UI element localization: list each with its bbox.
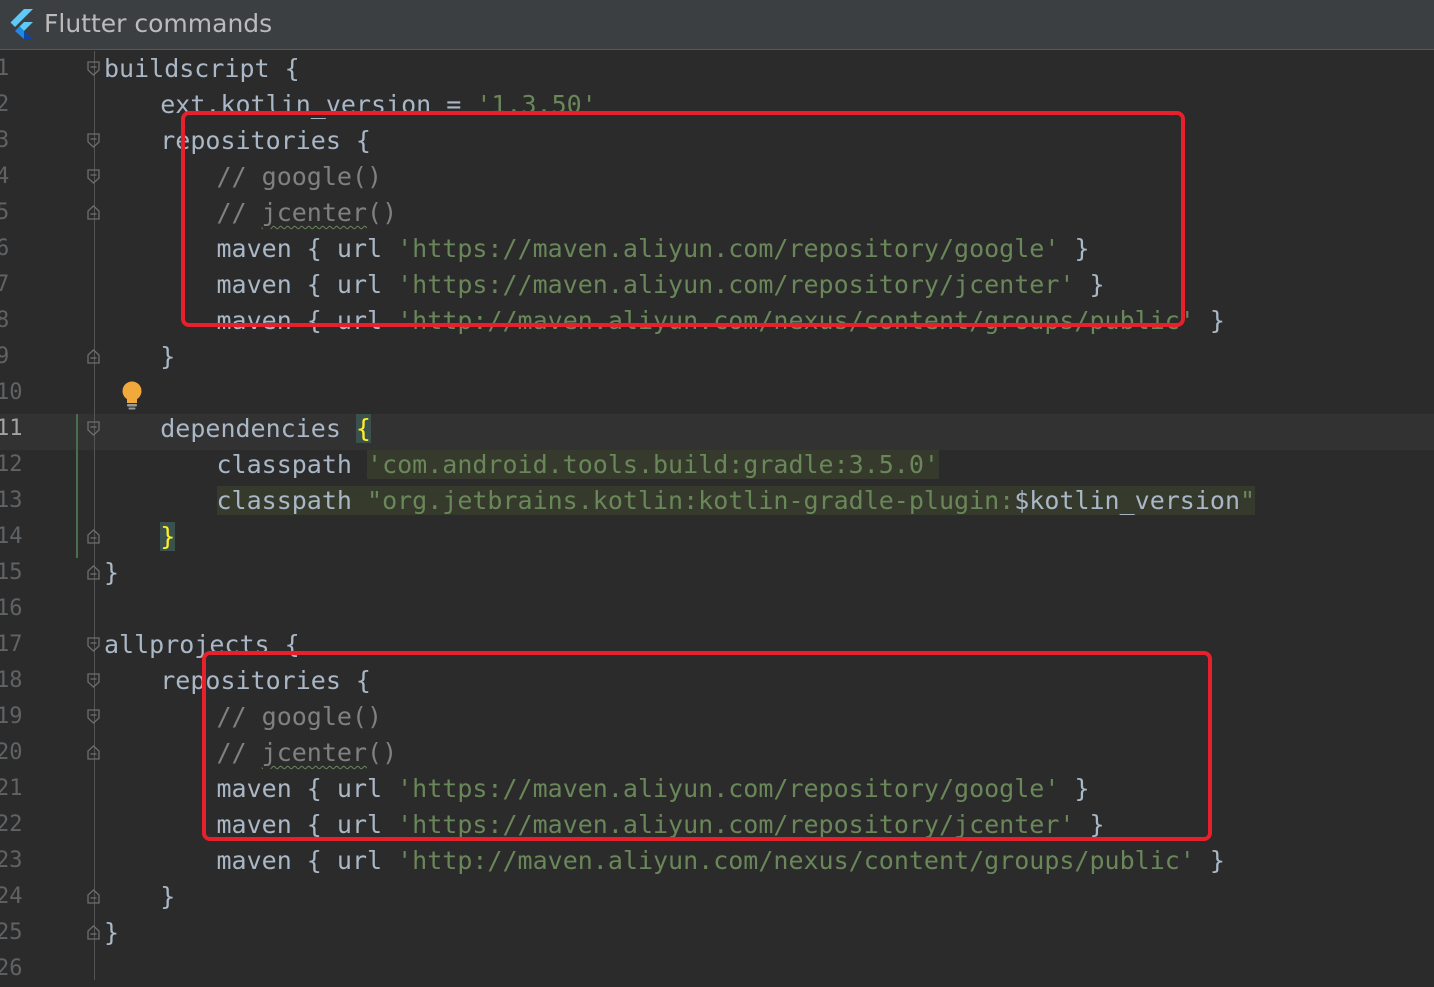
code-text[interactable]: classpath "org.jetbrains.kotlin:kotlin-g…	[216, 483, 1256, 519]
code-line[interactable]: 10	[0, 375, 1434, 411]
code-line[interactable]: 16	[0, 591, 1434, 627]
fold-close-icon[interactable]	[87, 205, 100, 220]
line-number: 1	[0, 56, 10, 81]
window-title: Flutter commands	[44, 9, 273, 38]
fold-open-icon[interactable]	[87, 421, 100, 436]
fold-open-icon[interactable]	[87, 709, 100, 724]
code-line[interactable]: 11 dependencies {	[0, 411, 1434, 447]
code-text[interactable]: }	[104, 915, 119, 951]
line-number: 25	[0, 920, 23, 945]
fold-close-icon[interactable]	[87, 349, 100, 364]
fold-close-icon[interactable]	[87, 925, 100, 940]
line-number: 18	[0, 668, 23, 693]
code-line[interactable]: 25}	[0, 915, 1434, 951]
code-token: 'com.android.tools.build:gradle:3.5.0'	[367, 450, 939, 479]
line-number: 7	[0, 272, 10, 297]
code-token: "	[1240, 486, 1256, 515]
code-line[interactable]: 1 buildscript {	[0, 51, 1434, 87]
code-text[interactable]: dependencies {	[160, 411, 371, 447]
line-number: 10	[0, 380, 23, 405]
code-token: maven { url	[216, 846, 398, 875]
code-token: 'http://maven.aliyun.com/nexus/content/g…	[397, 846, 1195, 875]
code-line[interactable]: 23 maven { url 'http://maven.aliyun.com/n…	[0, 843, 1434, 879]
code-text[interactable]: }	[160, 879, 175, 915]
fold-open-icon[interactable]	[87, 637, 100, 652]
code-line[interactable]: 26	[0, 951, 1434, 987]
fold-open-icon[interactable]	[87, 133, 100, 148]
line-number: 12	[0, 452, 23, 477]
code-token: buildscript {	[104, 54, 300, 83]
code-token: }	[104, 918, 120, 947]
code-token: }	[160, 342, 176, 371]
lightbulb-icon[interactable]	[119, 380, 145, 410]
code-line[interactable]: 13 classpath "org.jetbrains.kotlin:kotlin…	[0, 483, 1434, 519]
fold-close-icon[interactable]	[87, 529, 100, 544]
fold-open-icon[interactable]	[87, 61, 100, 76]
line-number: 21	[0, 776, 23, 801]
annotation-box-allprojects-repositories	[202, 651, 1212, 841]
code-text[interactable]: }	[104, 555, 119, 591]
code-text[interactable]: }	[160, 339, 175, 375]
code-text[interactable]: classpath 'com.android.tools.build:gradl…	[217, 447, 939, 483]
annotation-box-buildscript-repositories	[181, 111, 1185, 327]
code-text[interactable]: maven { url 'http://maven.aliyun.com/nex…	[217, 843, 1225, 879]
line-number: 24	[0, 884, 23, 909]
code-token: }	[160, 882, 176, 911]
line-number: 2	[0, 92, 10, 117]
code-token: }	[1194, 846, 1225, 875]
code-line[interactable]: 9}	[0, 339, 1434, 375]
line-number: 23	[0, 848, 23, 873]
code-line[interactable]: 12 classpath 'com.android.tools.build:gra…	[0, 447, 1434, 483]
code-token: classpath	[216, 486, 368, 515]
code-token: $kotlin_version	[1014, 486, 1241, 515]
code-text[interactable]: buildscript {	[104, 51, 300, 87]
code-text[interactable]: }	[160, 519, 176, 555]
line-number: 16	[0, 596, 23, 621]
code-line[interactable]: 24}	[0, 879, 1434, 915]
line-number: 9	[0, 344, 10, 369]
line-number: 14	[0, 524, 23, 549]
line-number: 26	[0, 956, 23, 981]
code-token: }	[104, 558, 120, 587]
line-number: 22	[0, 812, 23, 837]
line-number: 15	[0, 560, 23, 585]
line-number: 4	[0, 164, 10, 189]
line-number: 13	[0, 488, 23, 513]
fold-close-icon[interactable]	[87, 889, 100, 904]
code-token: }	[1194, 306, 1225, 335]
line-number: 20	[0, 740, 23, 765]
fold-open-icon[interactable]	[87, 169, 100, 184]
line-number: 5	[0, 200, 10, 225]
fold-open-icon[interactable]	[87, 673, 100, 688]
code-line[interactable]: 14}	[0, 519, 1434, 555]
line-number: 19	[0, 704, 23, 729]
line-number: 3	[0, 128, 10, 153]
line-number: 8	[0, 308, 10, 333]
fold-close-icon[interactable]	[87, 565, 100, 580]
code-token: dependencies	[160, 414, 356, 443]
line-number: 6	[0, 236, 10, 261]
line-number: 11	[0, 416, 23, 441]
flutter-logo-icon	[10, 9, 33, 39]
line-number: 17	[0, 632, 23, 657]
code-token: }	[160, 522, 176, 551]
tool-window-header: Flutter commands	[0, 0, 1434, 50]
fold-close-icon[interactable]	[87, 745, 100, 760]
code-token: {	[355, 414, 371, 443]
code-token: "org.jetbrains.kotlin:kotlin-gradle-plug…	[367, 486, 1015, 515]
code-token: classpath	[216, 450, 368, 479]
code-line[interactable]: 15}	[0, 555, 1434, 591]
